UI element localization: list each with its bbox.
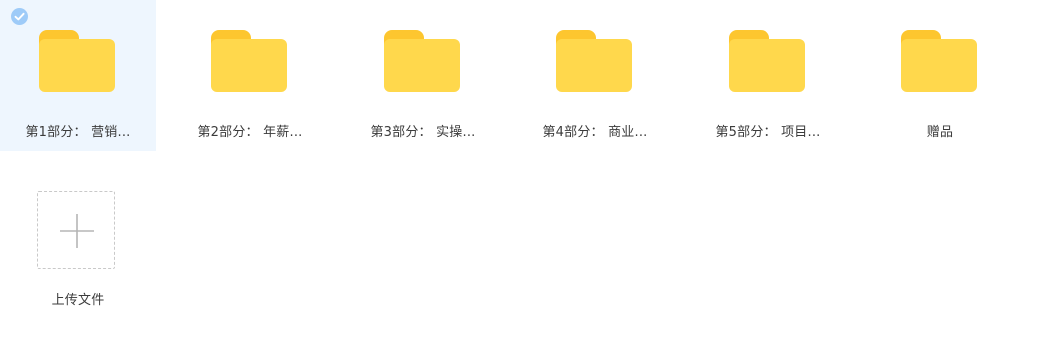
folder-icon bbox=[729, 30, 805, 92]
folder-icon bbox=[556, 30, 632, 92]
upload-file-item[interactable]: 上传文件 bbox=[0, 170, 156, 320]
folder-name: 第4部分： 商业... bbox=[542, 125, 648, 140]
folder-item-5[interactable]: 第5部分： 项目... bbox=[690, 0, 846, 151]
folder-item-4[interactable]: 第4部分： 商业... bbox=[517, 0, 673, 151]
folder-icon bbox=[384, 30, 460, 92]
folder-name: 第5部分： 项目... bbox=[715, 125, 821, 140]
folder-name: 第1部分： 营销... bbox=[25, 125, 131, 140]
folder-icon bbox=[211, 30, 287, 92]
folder-item-1[interactable]: 第1部分： 营销... bbox=[0, 0, 156, 151]
folder-item-3[interactable]: 第3部分： 实操... bbox=[345, 0, 501, 151]
upload-label: 上传文件 bbox=[51, 293, 105, 308]
folder-icon bbox=[901, 30, 977, 92]
folder-name: 赠品 bbox=[926, 125, 954, 140]
folder-item-6[interactable]: 赠品 bbox=[862, 0, 1018, 151]
folder-name: 第3部分： 实操... bbox=[370, 125, 476, 140]
folder-name: 第2部分： 年薪... bbox=[197, 125, 303, 140]
upload-button[interactable] bbox=[37, 191, 115, 269]
folder-item-2[interactable]: 第2部分： 年薪... bbox=[172, 0, 328, 151]
folder-icon bbox=[39, 30, 115, 92]
checkmark-icon[interactable] bbox=[11, 8, 28, 25]
file-grid: 第1部分： 营销... 第2部分： 年薪... 第3部分： 实操... 第4部分… bbox=[0, 0, 1037, 354]
